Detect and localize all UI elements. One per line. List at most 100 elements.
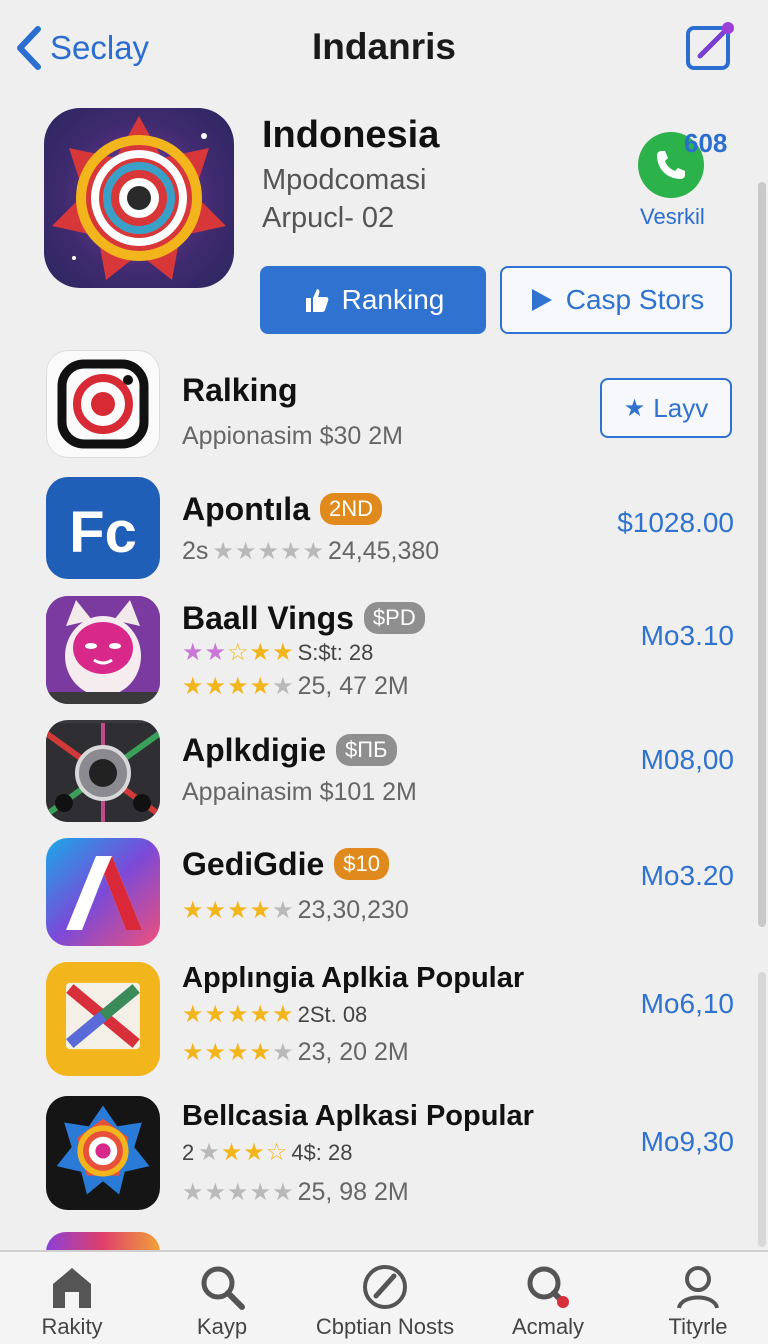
list-item[interactable]: Baall Vings $PD ★ ★ ☆ ★ ★ S:$t: 28 ★ ★ ★ ★ ★ 25, …	[0, 596, 768, 704]
app-name: Bellcasia Aplkasi Popular	[182, 1100, 534, 1132]
app-name-line: Apontıla 2ND	[182, 491, 382, 528]
price-button[interactable]: $1028.00	[617, 507, 734, 539]
follow-button[interactable]: ★ Layv	[600, 378, 732, 438]
camera-icon	[57, 359, 149, 449]
featured-app-icon[interactable]	[44, 108, 234, 288]
app-icon	[46, 720, 160, 822]
app-name: GediGdie	[182, 846, 325, 882]
fc-logo-icon: Fc	[69, 500, 137, 565]
price-button[interactable]: M08,00	[641, 744, 734, 776]
star-icon: ★	[623, 394, 646, 422]
store-button-label: Casp Stors	[565, 284, 705, 315]
rating-stars: ★ ★ ☆ ★ ★	[182, 639, 294, 666]
app-name-line: Baall Vings $PD	[182, 600, 425, 637]
call-label: Vesrkil	[640, 204, 705, 229]
app-meta-2: ★ ★ ★ ★ ★ 25, 98 2M	[182, 1178, 409, 1207]
tab-tityrle[interactable]: Tityrle	[648, 1252, 748, 1344]
featured-version: Arpucl- 02	[262, 202, 395, 234]
tab-label: Rakity	[41, 1314, 103, 1339]
search-notification-icon	[527, 1266, 569, 1308]
featured-title: Indonesia	[262, 114, 440, 156]
edit-icon	[686, 22, 734, 70]
app-meta: ★ ★ ★ ★ ★ 2St. 08	[182, 1002, 367, 1028]
cat-mask-icon	[46, 596, 160, 704]
tab-label: Kayp	[196, 1314, 248, 1339]
app-meta: 2s ★ ★ ★ ★ ★ 24,45,380	[182, 537, 439, 566]
ranking-button-label: Ranking	[341, 284, 445, 315]
tab-rakity[interactable]: Rakity	[22, 1252, 122, 1344]
list-item[interactable]: Bellcasia Aplkasi Popular 2 ★ ★ ★ ☆ 4$: 28 …	[0, 1096, 768, 1212]
rank-badge: $PD	[363, 602, 425, 634]
app-meta-2: ★ ★ ★ ★ ★ 25, 47 2M	[182, 672, 409, 701]
list-item[interactable]: Fc Apontıla 2ND 2s ★ ★ ★ ★ ★ 24,45,380 $1028.…	[0, 477, 768, 581]
app-name: Applıngia Aplkia Popular	[182, 962, 525, 994]
app-meta: ★ ★ ☆ ★ ★ S:$t: 28	[182, 640, 373, 666]
search-icon	[201, 1266, 245, 1310]
meta-line-1: 2St. 08	[297, 1002, 368, 1027]
scrollbar-secondary[interactable]	[758, 972, 766, 1247]
list-item[interactable]: Ralking Appionasim $30 2M ★ Layv	[0, 350, 768, 460]
rating-stars: ★ ★ ★ ★ ★	[212, 537, 324, 565]
price-button[interactable]: Mo6,10	[641, 988, 734, 1020]
app-meta: Appionasim $30 2M	[182, 422, 403, 450]
list-item[interactable]: GediGdie $10 ★ ★ ★ ★ ★ 23,30,230 Mo3.20	[0, 838, 768, 946]
ranking-button[interactable]: Ranking	[260, 266, 486, 334]
navigation-bar: Seclay Indanris	[0, 0, 768, 96]
camera-lens-icon	[52, 116, 226, 280]
rating-count: 24,45,380	[327, 537, 440, 565]
app-icon	[46, 350, 160, 458]
meta-line-1: 4$: 28	[291, 1140, 353, 1165]
rating-stars: ★ ★ ★ ★ ★	[182, 1178, 294, 1206]
meta-prefix: 2	[182, 1140, 195, 1165]
rating-stars: ★ ★ ★ ★ ★	[182, 896, 294, 924]
rating-count: 23,30,230	[297, 896, 409, 924]
x-shapes-icon	[49, 962, 157, 1070]
meta-line-1: S:$t: 28	[297, 640, 374, 665]
price-button[interactable]: Mo9,30	[641, 1126, 734, 1158]
app-icon	[46, 596, 160, 704]
meta-prefix: 2s	[182, 537, 209, 565]
list-item[interactable]: Aplkdigie $ПБ Appainasim $101 2M M08,00	[0, 720, 768, 824]
store-button[interactable]: Casp Stors	[500, 266, 732, 334]
meta-line-2: 25, 98 2M	[297, 1178, 409, 1206]
svg-text:Fc: Fc	[69, 500, 137, 565]
app-name: Ralking	[182, 372, 298, 408]
rank-badge: $10	[334, 848, 389, 880]
app-name: Aplkdigie	[182, 732, 327, 768]
home-icon	[53, 1268, 91, 1308]
wheel-game-icon	[46, 723, 160, 822]
tab-label: Tityrle	[668, 1314, 728, 1339]
rating-stars: ★ ★ ★ ☆	[198, 1139, 288, 1166]
person-icon	[677, 1266, 719, 1309]
app-meta: 2 ★ ★ ★ ☆ 4$: 28	[182, 1140, 352, 1166]
app-meta: Appainasim $101 2M	[182, 778, 417, 806]
page-title: Indanris	[312, 26, 456, 67]
app-name-line: GediGdie $10	[182, 846, 389, 883]
app-icon	[46, 1096, 160, 1210]
play-icon	[531, 289, 552, 311]
app-icon	[46, 962, 160, 1076]
letter-a-icon	[46, 838, 160, 946]
app-meta-2: ★ ★ ★ ★ ★ 23, 20 2M	[182, 1038, 409, 1067]
list-item[interactable]: Applıngia Aplkia Popular ★ ★ ★ ★ ★ 2St. 08 ★…	[0, 962, 768, 1078]
app-icon	[46, 838, 160, 946]
tab-label: Acmaly	[511, 1314, 585, 1339]
compass-icon	[363, 1265, 407, 1309]
tab-bar: Rakity Kayp Cbptian Nosts Acmaly Tityrle	[0, 1250, 768, 1344]
compose-button[interactable]	[684, 20, 738, 72]
partial-app-icon	[46, 1232, 160, 1252]
call-badge[interactable]: 608 Vesrkil	[636, 128, 746, 232]
thumbs-up-icon	[305, 289, 329, 312]
tab-label: Cbptian Nosts	[315, 1314, 455, 1339]
tab-kayp[interactable]: Kayp	[172, 1252, 272, 1344]
price-button[interactable]: Mo3.20	[641, 860, 734, 892]
rating-stars: ★ ★ ★ ★ ★	[182, 672, 294, 700]
tab-acmaly[interactable]: Acmaly	[498, 1252, 598, 1344]
rating-stars: ★ ★ ★ ★ ★	[182, 1001, 294, 1028]
scrollbar[interactable]	[758, 182, 766, 927]
meta-line-2: 25, 47 2M	[297, 672, 409, 700]
app-meta: ★ ★ ★ ★ ★ 23,30,230	[182, 896, 409, 925]
price-button[interactable]: Mo3.10	[641, 620, 734, 652]
tab-cbptian-nosts[interactable]: Cbptian Nosts	[310, 1252, 460, 1344]
app-name: Baall Vings	[182, 600, 354, 636]
